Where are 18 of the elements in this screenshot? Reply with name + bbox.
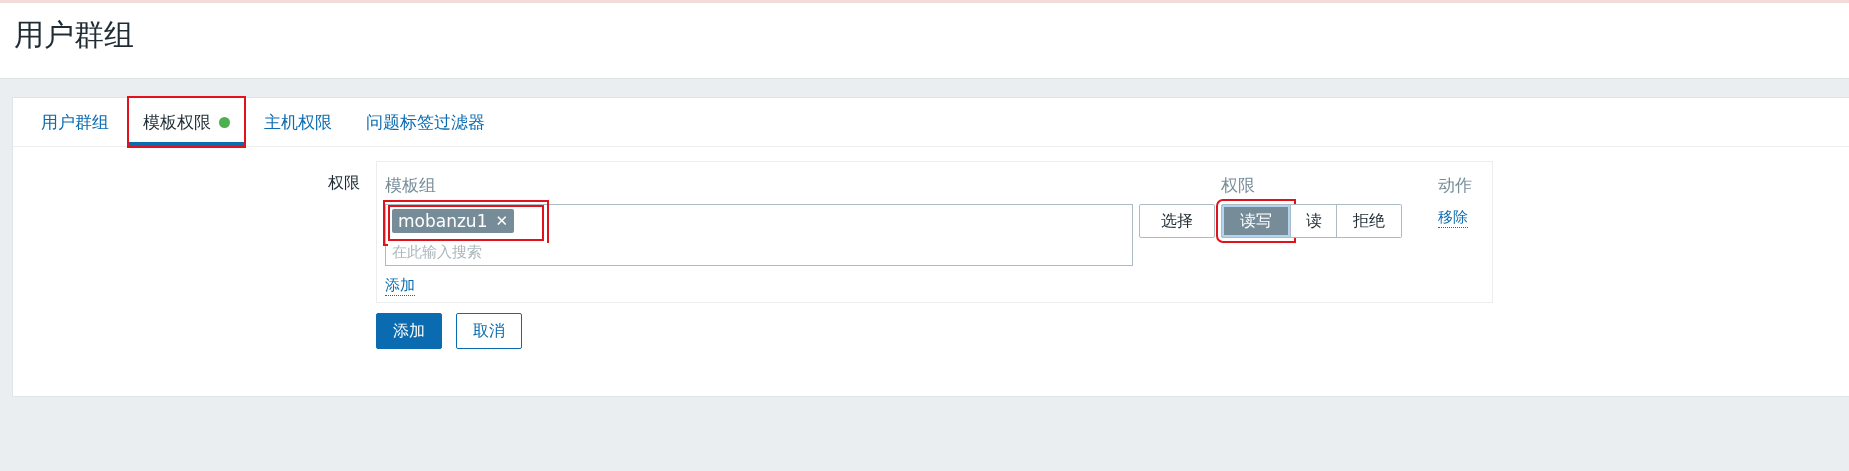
selected-tag: mobanzu1 ✕ — [392, 209, 515, 233]
tab[interactable]: 用户群组 — [27, 98, 123, 146]
permission-option[interactable]: 读 — [1291, 204, 1337, 238]
column-header: 动作 — [1438, 174, 1473, 197]
tab[interactable]: 模板权限 — [129, 98, 244, 146]
add-link[interactable]: 添加 — [385, 276, 415, 296]
tab[interactable]: 主机权限 — [250, 98, 346, 146]
column-header: 权限 — [1221, 174, 1256, 197]
field-label: 权限 — [328, 172, 360, 194]
cancel-button[interactable]: 取消 — [456, 313, 522, 349]
tab[interactable]: 问题标签过滤器 — [352, 98, 499, 146]
page-title: 用户群组 — [14, 16, 134, 54]
select-button[interactable]: 选择 — [1139, 204, 1215, 238]
permission-option[interactable]: 拒绝 — [1337, 204, 1402, 238]
remove-tag-button[interactable]: ✕ — [495, 212, 509, 230]
add-button[interactable]: 添加 — [376, 313, 442, 349]
column-header: 模板组 — [385, 174, 437, 197]
remove-link[interactable]: 移除 — [1438, 208, 1468, 228]
